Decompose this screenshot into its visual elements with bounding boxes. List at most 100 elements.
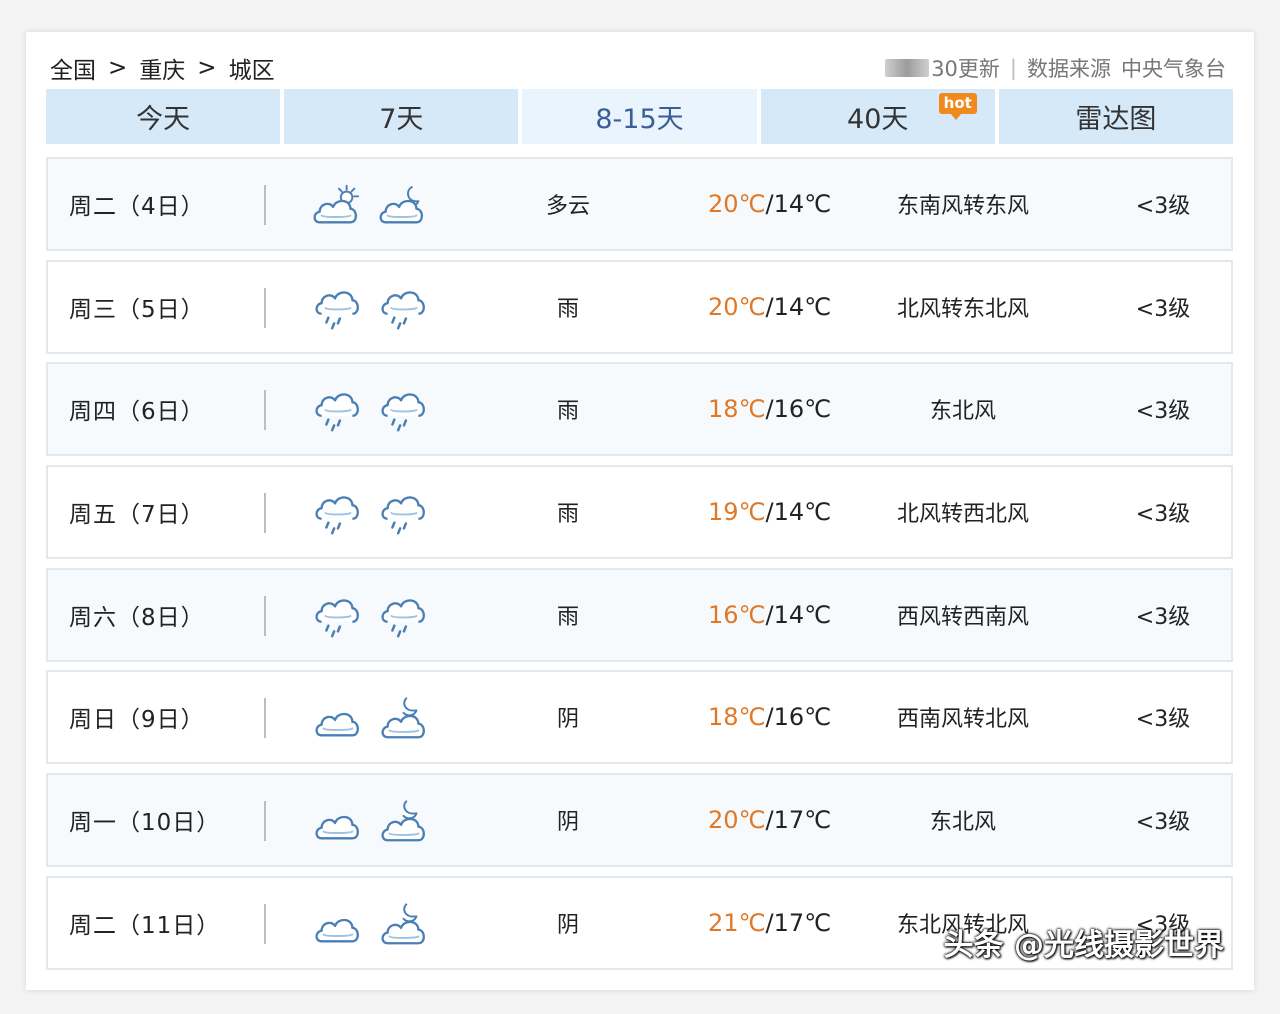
- high-temp: 20℃: [708, 190, 766, 218]
- wind-direction: 西南风转北风: [896, 707, 1029, 733]
- hot-badge: hot: [938, 93, 977, 120]
- low-temp: 17℃: [773, 806, 832, 835]
- low-temp: 14℃: [773, 190, 832, 218]
- condition-text: 雨: [556, 604, 579, 630]
- temp-separator: /: [765, 908, 774, 937]
- high-temp: 21℃: [708, 908, 766, 937]
- top-bar: 全国 > 重庆 > 城区 30更新 | 数据来源 中央气象台: [50, 48, 1226, 88]
- breadcrumb: 全国 > 重庆 > 城区: [50, 51, 275, 85]
- weather-icons: [312, 284, 428, 332]
- update-time-blurred: [885, 59, 930, 77]
- day-label: 周二（4日）: [69, 194, 205, 220]
- row-divider: [264, 493, 266, 534]
- day-label: 周一（10日）: [69, 810, 221, 837]
- temperature: 20℃/14℃: [708, 190, 831, 218]
- temperature: 18℃/16℃: [708, 395, 831, 423]
- low-temp: 14℃: [773, 292, 832, 321]
- weather-card: 全国 > 重庆 > 城区 30更新 | 数据来源 中央气象台 今天 7天 8-1…: [26, 32, 1254, 990]
- forecast-row: 周二（4日） 多云 20℃/14℃ 东南风转东风 <3级: [46, 157, 1233, 251]
- source-label: 数据来源: [1027, 57, 1111, 81]
- row-divider: [264, 698, 266, 739]
- breadcrumb-item-city[interactable]: 重庆: [139, 51, 185, 85]
- low-temp: 14℃: [773, 600, 832, 629]
- forecast-row: 周四（6日） 雨 18℃/16℃ 东北风 <3级: [46, 362, 1233, 457]
- condition-text: 阴: [556, 707, 579, 733]
- temp-separator: /: [765, 395, 774, 424]
- weather-icons: [312, 386, 428, 434]
- forecast-tabs: 今天 7天 8-15天 40天 hot 雷达图: [46, 89, 1234, 144]
- wind-level: <3级: [1135, 296, 1191, 322]
- high-temp: 20℃: [708, 292, 766, 321]
- update-meta: 30更新 | 数据来源 中央气象台: [885, 53, 1226, 83]
- wind-direction: 东北风: [929, 810, 996, 836]
- high-temp: 18℃: [708, 703, 766, 732]
- rain-icon: [312, 284, 362, 332]
- day-label: 周五（7日）: [69, 502, 205, 529]
- forecast-row: 周三（5日） 雨 20℃/14℃ 北风转东北风 <3级: [46, 259, 1233, 354]
- wind-level: <3级: [1135, 194, 1191, 219]
- forecast-row: 周五（7日） 雨 19℃/14℃ 北风转西北风 <3级: [46, 465, 1233, 560]
- temperature: 21℃/17℃: [708, 909, 831, 937]
- wind-direction: 东南风转东风: [896, 194, 1029, 219]
- breadcrumb-item-district: 城区: [228, 58, 275, 84]
- temp-separator: /: [765, 703, 774, 732]
- temp-separator: /: [765, 292, 774, 321]
- breadcrumb-item-country[interactable]: 全国: [50, 51, 96, 85]
- weather-icons: [312, 592, 428, 640]
- condition-text: 阴: [556, 810, 579, 836]
- low-temp: 17℃: [773, 908, 832, 937]
- forecast-row: 周日（9日） 阴 18℃/16℃ 西南风转北风 <3级: [46, 670, 1233, 765]
- day-label: 周三（5日）: [69, 296, 205, 323]
- temp-separator: /: [765, 806, 774, 835]
- low-temp: 16℃: [773, 395, 832, 424]
- weather-icons: [312, 797, 428, 845]
- wind-direction: 北风转东北风: [896, 296, 1029, 322]
- overcast-night-icon: [378, 797, 428, 845]
- weather-icons: [312, 900, 428, 948]
- update-text: 30更新: [931, 57, 1000, 81]
- partly-cloudy-night-icon: [378, 181, 428, 229]
- tab-8-15-days[interactable]: 8-15天: [522, 89, 757, 144]
- breadcrumb-separator: >: [197, 55, 217, 81]
- high-temp: 16℃: [708, 600, 766, 629]
- day-label: 周六（8日）: [69, 604, 205, 631]
- weather-icons: [312, 694, 428, 742]
- temperature: 20℃/14℃: [708, 293, 831, 321]
- tab-7-days[interactable]: 7天: [284, 89, 519, 144]
- wind-level: <3级: [1135, 604, 1191, 630]
- condition-text: 多云: [545, 194, 590, 219]
- temperature: 19℃/14℃: [708, 498, 831, 526]
- forecast-list: 周二（4日） 多云 20℃/14℃ 东南风转东风 <3级 周三（5日） 雨 20…: [46, 157, 1233, 979]
- temperature: 18℃/16℃: [708, 703, 831, 731]
- overcast-icon: [312, 694, 362, 742]
- row-divider: [264, 801, 266, 842]
- forecast-row: 周一（10日） 阴 20℃/17℃ 东北风 <3级: [46, 773, 1233, 868]
- overcast-night-icon: [378, 694, 428, 742]
- tab-today[interactable]: 今天: [46, 89, 281, 144]
- tab-radar[interactable]: 雷达图: [998, 89, 1234, 144]
- high-temp: 20℃: [708, 806, 766, 835]
- low-temp: 14℃: [773, 498, 832, 527]
- tab-40-days[interactable]: 40天 hot: [760, 89, 995, 144]
- wind-level: <3级: [1135, 399, 1191, 425]
- rain-icon: [312, 489, 362, 537]
- row-divider: [264, 287, 266, 328]
- day-label: 周二（11日）: [69, 912, 221, 939]
- condition-text: 阴: [556, 912, 579, 938]
- temperature: 16℃/14℃: [708, 601, 831, 629]
- temp-separator: /: [765, 600, 774, 629]
- row-divider: [264, 903, 266, 944]
- partly-cloudy-day-icon: [312, 181, 362, 229]
- condition-text: 雨: [556, 399, 579, 425]
- breadcrumb-separator: >: [108, 55, 128, 81]
- wind-level: <3级: [1135, 810, 1191, 836]
- temp-separator: /: [765, 498, 774, 527]
- weather-icons: [312, 489, 428, 537]
- rain-icon: [312, 386, 362, 434]
- forecast-row: 周六（8日） 雨 16℃/14℃ 西风转西南风 <3级: [46, 567, 1233, 662]
- temp-separator: /: [765, 190, 774, 218]
- rain-icon: [378, 489, 428, 537]
- watermark: 头条 @光线摄影世界: [943, 928, 1224, 963]
- weather-icons: [312, 181, 428, 229]
- row-divider: [264, 390, 266, 431]
